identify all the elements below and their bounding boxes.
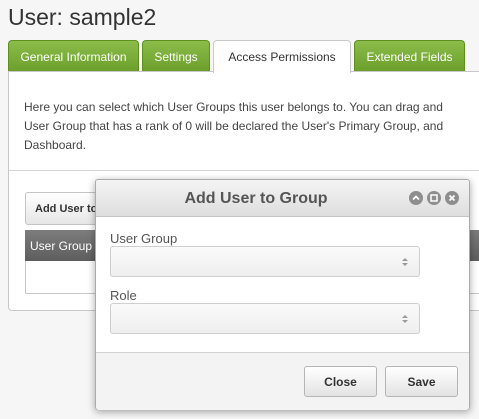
dialog-title: Add User to Group: [184, 190, 328, 207]
add-user-to-group-dialog: Add User to Group User Group Role Close …: [95, 179, 470, 410]
intro-line: Dashboard.: [24, 138, 87, 152]
user-group-select[interactable]: [110, 246, 420, 277]
page-title: User: sample2: [8, 4, 157, 30]
tab-extended-fields[interactable]: Extended Fields: [354, 40, 465, 72]
intro-text: Here you can select which User Groups th…: [24, 98, 479, 155]
panel-divider: [9, 170, 479, 171]
role-label: Role: [110, 288, 137, 303]
dialog-titlebar[interactable]: Add User to Group: [96, 180, 469, 217]
maximize-icon[interactable]: [427, 191, 441, 205]
intro-line: Here you can select which User Groups th…: [24, 100, 443, 114]
dialog-footer: Close Save: [96, 352, 469, 410]
tab-access-permissions[interactable]: Access Permissions: [213, 40, 351, 73]
tab-general-information[interactable]: General Information: [8, 40, 139, 72]
tab-settings[interactable]: Settings: [142, 40, 210, 72]
close-button[interactable]: Close: [304, 366, 377, 397]
select-arrows-icon: [402, 258, 408, 266]
select-arrows-icon: [402, 315, 408, 323]
save-button[interactable]: Save: [385, 366, 458, 397]
tab-bar: General Information Settings Access Perm…: [8, 40, 479, 73]
role-select[interactable]: [110, 303, 420, 334]
intro-line: User Group that has a rank of 0 will be …: [24, 119, 444, 133]
close-icon[interactable]: [445, 191, 459, 205]
collapse-icon[interactable]: [409, 191, 423, 205]
user-group-label: User Group: [110, 231, 178, 246]
